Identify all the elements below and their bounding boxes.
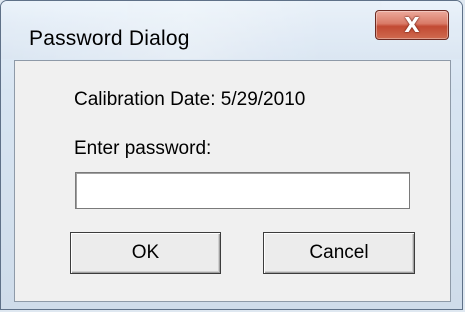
ok-button[interactable]: OK	[70, 232, 221, 274]
title-bar[interactable]: Password Dialog X	[1, 1, 462, 59]
password-dialog-window: Password Dialog X Calibration Date: 5/29…	[0, 0, 463, 310]
cancel-button[interactable]: Cancel	[263, 232, 415, 274]
calibration-date-label: Calibration Date: 5/29/2010	[74, 89, 306, 110]
close-button[interactable]: X	[375, 10, 449, 40]
password-field[interactable]	[75, 172, 410, 209]
dialog-content: Calibration Date: 5/29/2010 Enter passwo…	[14, 60, 451, 302]
window-title: Password Dialog	[29, 27, 190, 50]
close-icon: X	[404, 13, 420, 37]
password-prompt-label: Enter password:	[74, 138, 212, 159]
